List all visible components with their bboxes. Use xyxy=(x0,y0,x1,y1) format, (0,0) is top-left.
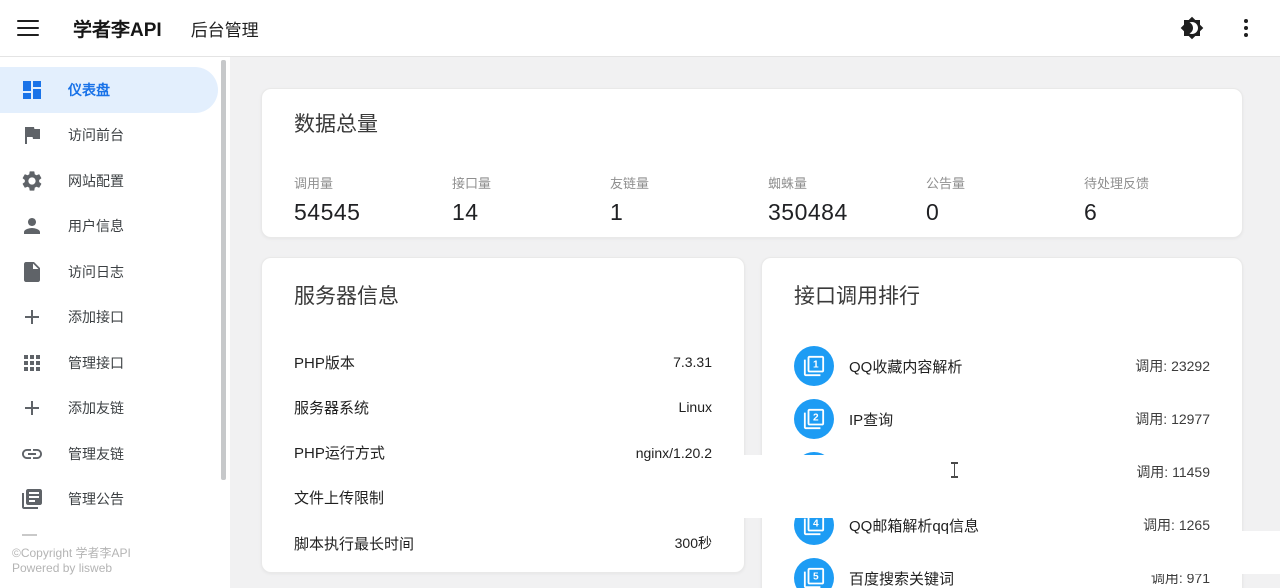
ranking-row: 2 IP查询 调用: 12977 xyxy=(794,399,1210,439)
api-call-count: 调用: 23292 xyxy=(1135,358,1210,374)
sidebar-item-label: 访问日志 xyxy=(68,263,124,280)
apps-grid-icon xyxy=(24,354,40,371)
svg-text:1: 1 xyxy=(813,360,819,371)
library-books-icon xyxy=(22,489,42,510)
sidebar-item-manage-friendlink[interactable]: 管理友链 xyxy=(0,431,218,477)
main-content: 数据总量 调用量 54545 接口量 14 友链量 1 蜘蛛量 350484 公… xyxy=(230,57,1280,588)
flag-icon xyxy=(25,127,40,145)
server-row-os: 服务器系统 Linux xyxy=(294,399,712,417)
sidebar-copyright: ©Copyright 学者李API Powered by lisweb xyxy=(12,546,131,575)
dashboard-icon xyxy=(23,80,41,99)
sidebar-item-label: 用户信息 xyxy=(68,218,124,235)
stat-announcements: 公告量 0 xyxy=(926,176,966,225)
document-icon xyxy=(24,261,40,282)
sidebar-item-visit-frontend[interactable]: 访问前台 xyxy=(0,113,218,159)
sidebar-item-label: 访问前台 xyxy=(68,127,124,144)
powered-by-line: Powered by lisweb xyxy=(12,560,113,575)
api-name: 百度搜索关键词 xyxy=(849,570,955,588)
sidebar-item-label: 添加接口 xyxy=(68,309,124,326)
rank-5-icon: 5 xyxy=(794,558,834,588)
sidebar-scrollbar-thumb[interactable] xyxy=(221,60,226,480)
ranking-row: 1 QQ收藏内容解析 调用: 23292 xyxy=(794,346,1210,386)
plus-icon xyxy=(25,401,39,416)
overflow-menu-icon[interactable] xyxy=(1234,16,1258,40)
svg-text:4: 4 xyxy=(813,519,819,530)
ranking-card-title: 接口调用排行 xyxy=(794,285,920,308)
server-row-max-exec-time: 脚本执行最长时间 300秒 xyxy=(294,535,712,553)
sidebar-item-label: 添加友链 xyxy=(68,400,124,417)
api-name: IP查询 xyxy=(849,411,894,429)
api-name: QQ收藏内容解析 xyxy=(849,358,963,376)
server-row-upload-limit: 文件上传限制 xyxy=(294,490,385,508)
sidebar-item-label: 管理公告 xyxy=(68,491,124,508)
text-cursor xyxy=(951,462,958,478)
sidebar-item-dashboard[interactable]: 仪表盘 xyxy=(0,67,218,113)
stat-friendlinks: 友链量 1 xyxy=(610,176,650,225)
nav-backend-management[interactable]: 后台管理 xyxy=(191,16,259,41)
sidebar-item-label: 管理友链 xyxy=(68,445,124,462)
sidebar-item-manage-api[interactable]: 管理接口 xyxy=(0,340,218,386)
stats-card-title: 数据总量 xyxy=(294,113,378,136)
api-call-count: 调用: 11459 xyxy=(1136,464,1210,480)
svg-text:5: 5 xyxy=(813,572,819,583)
sidebar-item-manage-announcement[interactable]: 管理公告 xyxy=(0,477,218,523)
server-row-php-sapi: PHP运行方式 nginx/1.20.2 xyxy=(294,444,712,463)
server-row-php-version: PHP版本 7.3.31 xyxy=(294,354,712,372)
top-app-bar: 学者李API 后台管理 xyxy=(0,0,1280,57)
rank-2-icon: 2 xyxy=(794,399,834,439)
censor-block xyxy=(744,455,1113,518)
sidebar-item-site-config[interactable]: 网站配置 xyxy=(0,158,218,204)
stat-spiders: 蜘蛛量 350484 xyxy=(768,176,848,225)
sidebar-divider xyxy=(22,534,37,536)
censor-block xyxy=(1095,531,1280,574)
theme-toggle-icon[interactable] xyxy=(1180,16,1204,40)
sidebar-item-access-log[interactable]: 访问日志 xyxy=(0,249,218,295)
rank-1-icon: 1 xyxy=(794,346,834,386)
sidebar-item-label: 仪表盘 xyxy=(68,81,110,98)
server-card-title: 服务器信息 xyxy=(294,285,399,308)
sidebar-item-label: 管理接口 xyxy=(68,354,124,371)
link-icon xyxy=(22,448,42,459)
stat-calls: 调用量 54545 xyxy=(294,176,361,225)
stat-pending-feedback: 待处理反馈 6 xyxy=(1084,176,1150,225)
sidebar-item-add-friendlink[interactable]: 添加友链 xyxy=(0,386,218,432)
person-icon xyxy=(24,218,40,235)
stats-card: 数据总量 调用量 54545 接口量 14 友链量 1 蜘蛛量 350484 公… xyxy=(261,88,1243,238)
menu-icon[interactable] xyxy=(17,15,39,41)
app-title: 学者李API xyxy=(73,19,162,41)
sidebar: 仪表盘 访问前台 网站配置 用户信息 访问日志 添加接口 管理接口 添加友链 管… xyxy=(0,57,230,588)
copyright-line: ©Copyright 学者李API xyxy=(12,546,131,560)
sidebar-item-add-api[interactable]: 添加接口 xyxy=(0,295,218,341)
plus-icon xyxy=(25,310,39,325)
sidebar-item-label: 网站配置 xyxy=(68,172,124,189)
stat-apis: 接口量 14 xyxy=(452,176,492,225)
svg-text:2: 2 xyxy=(813,413,819,424)
gear-icon xyxy=(22,171,42,191)
api-call-count: 调用: 12977 xyxy=(1135,411,1210,427)
sidebar-item-user-info[interactable]: 用户信息 xyxy=(0,204,218,250)
server-info-card: 服务器信息 PHP版本 7.3.31 服务器系统 Linux PHP运行方式 n… xyxy=(261,257,745,573)
